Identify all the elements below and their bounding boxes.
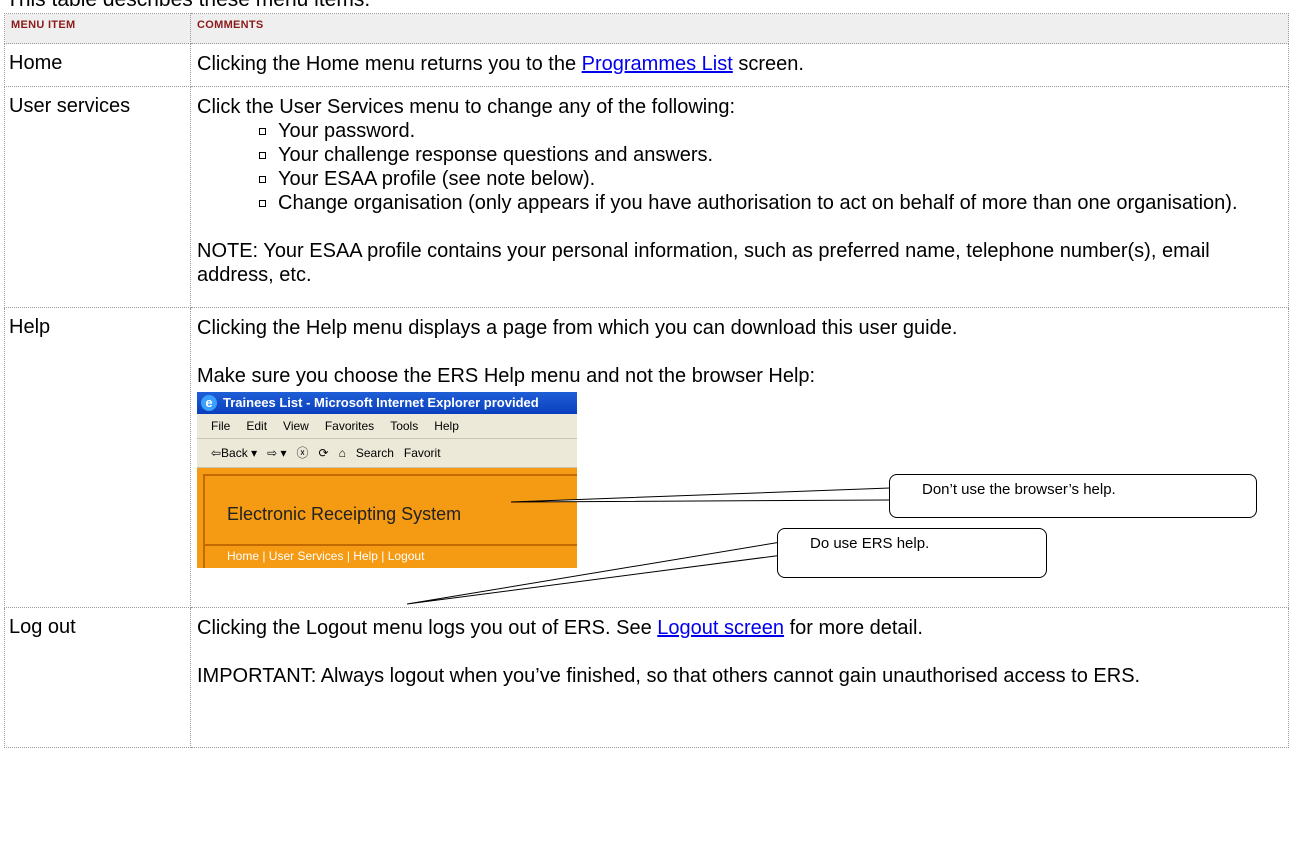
help-text-2: Make sure you choose the ERS Help menu a… (197, 365, 816, 387)
stop-icon: ⓧ (296, 446, 309, 460)
search-button: Search (355, 446, 394, 460)
browser-title-bar: e Trainees List - Microsoft Internet Exp… (197, 392, 577, 414)
callout-browser-help: Don’t use the browser’s help. (889, 474, 1257, 518)
menu-item-logout: Log out (9, 616, 76, 638)
browser-window-title: Trainees List - Microsoft Internet Explo… (223, 395, 539, 410)
menu-items-table: Menu item Comments Home Clicking the Hom… (4, 13, 1289, 748)
browser-menu-help: Help (434, 419, 459, 433)
logout-text-before: Clicking the Logout menu logs you out of… (197, 617, 658, 639)
intro-text: This table describes these menu items. (6, 0, 370, 12)
browser-menu-edit: Edit (246, 419, 268, 433)
table-row-home: Home Clicking the Home menu returns you … (4, 43, 1289, 87)
ers-nav-links: Home | User Services | Help | Logout (227, 549, 425, 563)
comment-user-services: Click the User Services menu to change a… (191, 87, 1288, 287)
table-row-help: Help Clicking the Help menu displays a p… (4, 307, 1289, 608)
ers-banner: Electronic Receipting System Home | User… (197, 468, 577, 568)
menu-item-user-services: User services (9, 95, 131, 117)
comment-home: Clicking the Home menu returns you to th… (191, 44, 1288, 76)
forward-button: ⇨ ▾ (267, 446, 287, 460)
logout-important: IMPORTANT: Always logout when you’ve fin… (197, 665, 1141, 687)
browser-screenshot: e Trainees List - Microsoft Internet Exp… (197, 392, 577, 568)
browser-menu-file: File (211, 419, 231, 433)
user-services-lead: Click the User Services menu to change a… (197, 96, 736, 118)
internet-explorer-icon: e (201, 395, 217, 411)
menu-item-home: Home (9, 52, 63, 74)
logout-text: Clicking the Logout menu logs you out of… (197, 616, 1282, 640)
browser-menu-tools: Tools (390, 419, 419, 433)
favorites-button: Favorit (403, 446, 441, 460)
header-menu-item-label: Menu item (11, 19, 76, 31)
browser-menu-view: View (283, 419, 309, 433)
home-text-before: Clicking the Home menu returns you to th… (197, 53, 582, 75)
list-item: Your ESAA profile (see note below). (257, 167, 1282, 191)
list-item: Change organisation (only appears if you… (257, 191, 1282, 215)
browser-menu-bar: File Edit View Favorites Tools Help (197, 414, 577, 439)
comment-help: Clicking the Help menu displays a page f… (191, 308, 1288, 568)
home-icon: ⌂ (338, 446, 346, 460)
user-services-note: NOTE: Your ESAA profile contains your pe… (197, 240, 1210, 286)
back-button: ⇦Back ▾ (211, 446, 258, 460)
logout-screen-link[interactable]: Logout screen (657, 617, 784, 639)
comment-logout: Clicking the Logout menu logs you out of… (191, 608, 1288, 688)
table-row-user-services: User services Click the User Services me… (4, 86, 1289, 308)
menu-item-help: Help (9, 316, 51, 338)
logout-text-after: for more detail. (784, 617, 923, 639)
browser-menu-favorites: Favorites (324, 419, 375, 433)
programmes-list-link[interactable]: Programmes List (582, 53, 733, 75)
home-text-after: screen. (732, 53, 804, 75)
ers-banner-title: Electronic Receipting System (227, 504, 462, 524)
list-item: Your password. (257, 119, 1282, 143)
table-header-row: Menu item Comments (4, 13, 1289, 44)
ers-nav-bar: Home | User Services | Help | Logout (203, 544, 577, 568)
list-item: Your challenge response questions and an… (257, 143, 1282, 167)
table-row-logout: Log out Clicking the Logout menu logs yo… (4, 607, 1289, 748)
callout-ers-help: Do use ERS help. (777, 528, 1047, 578)
refresh-icon: ⟳ (318, 446, 329, 460)
header-comments-label: Comments (197, 19, 264, 31)
user-services-list: Your password. Your challenge response q… (197, 119, 1282, 215)
browser-toolbar: ⇦Back ▾ ⇨ ▾ ⓧ ⟳ ⌂ Search Favorit (197, 439, 577, 468)
help-text-1: Clicking the Help menu displays a page f… (197, 317, 958, 339)
header-menu-item: Menu item (4, 13, 191, 44)
header-comments: Comments (190, 13, 1289, 44)
